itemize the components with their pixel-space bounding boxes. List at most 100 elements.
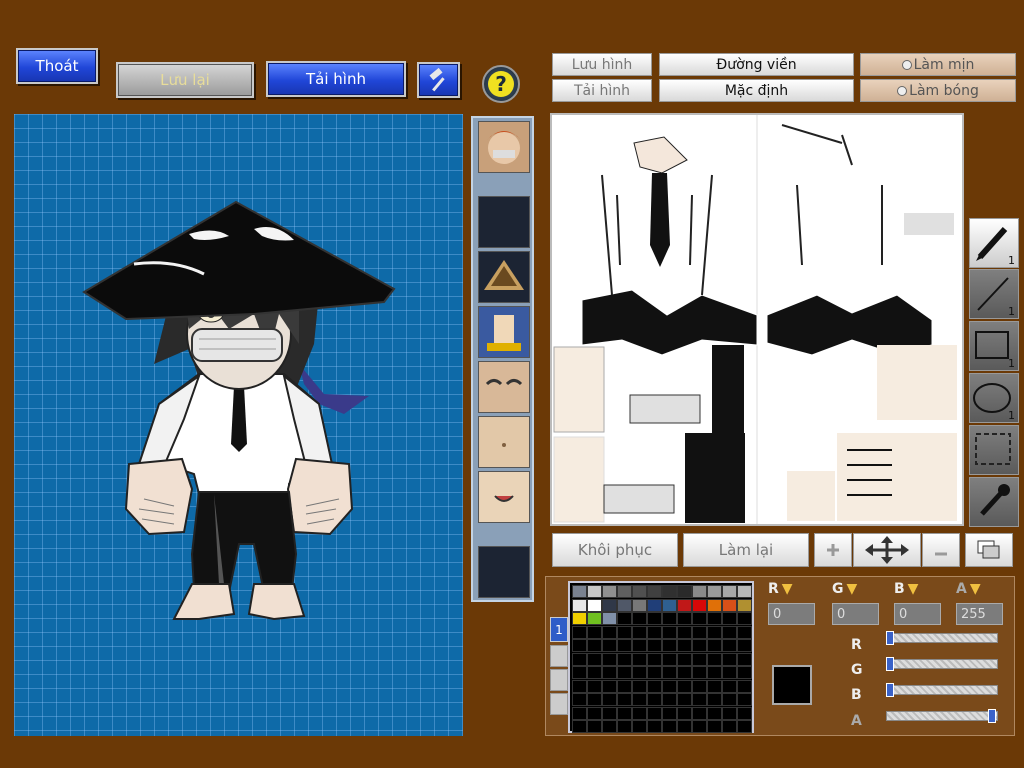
- palette-cell[interactable]: [602, 625, 617, 639]
- palette-cell[interactable]: [632, 585, 647, 598]
- palette-cell[interactable]: [617, 666, 632, 679]
- palette-cell[interactable]: [707, 625, 722, 639]
- palette-cell[interactable]: [602, 666, 617, 679]
- palette-cell[interactable]: [647, 720, 662, 733]
- palette-cell[interactable]: [722, 693, 737, 706]
- palette-cell[interactable]: [587, 693, 602, 706]
- palette-cell[interactable]: [602, 612, 617, 625]
- palette-cell[interactable]: [707, 612, 722, 625]
- palette-cell[interactable]: [602, 639, 617, 652]
- palette-cell[interactable]: [647, 612, 662, 625]
- g-slider-handle[interactable]: [886, 657, 894, 671]
- palette-cell[interactable]: [677, 693, 692, 706]
- palette-cell[interactable]: [572, 720, 587, 733]
- palette-cell[interactable]: [587, 598, 602, 612]
- palette-cell[interactable]: [587, 585, 602, 598]
- thumb-face-preview[interactable]: [478, 121, 530, 173]
- palette-cell[interactable]: [587, 625, 602, 639]
- palette-cell[interactable]: [707, 666, 722, 679]
- palette-cell[interactable]: [722, 612, 737, 625]
- help-button[interactable]: ?: [482, 65, 520, 103]
- palette-cell[interactable]: [647, 639, 662, 652]
- palette-cell[interactable]: [602, 679, 617, 693]
- palette-cell[interactable]: [677, 706, 692, 720]
- palette-cell[interactable]: [737, 625, 752, 639]
- palette-cell[interactable]: [692, 693, 707, 706]
- palette-cell[interactable]: [737, 679, 752, 693]
- palette-cell[interactable]: [692, 612, 707, 625]
- palette-cell[interactable]: [737, 585, 752, 598]
- palette-cell[interactable]: [662, 666, 677, 679]
- palette-cell[interactable]: [617, 679, 632, 693]
- palette-cell[interactable]: [707, 679, 722, 693]
- b-slider[interactable]: [886, 685, 998, 695]
- palette-cell[interactable]: [722, 639, 737, 652]
- palette-cell[interactable]: [662, 625, 677, 639]
- palette-cell[interactable]: [632, 598, 647, 612]
- palette-cell[interactable]: [632, 666, 647, 679]
- palette-cell[interactable]: [602, 720, 617, 733]
- palette-cell[interactable]: [647, 706, 662, 720]
- palette-cell[interactable]: [647, 585, 662, 598]
- palette-cell[interactable]: [707, 706, 722, 720]
- palette-cell[interactable]: [572, 612, 587, 625]
- palette-cell[interactable]: [707, 598, 722, 612]
- eyedropper-tool[interactable]: [969, 477, 1019, 527]
- palette-cell[interactable]: [677, 585, 692, 598]
- thumb-eyes[interactable]: [478, 361, 530, 413]
- palette-cell[interactable]: [602, 706, 617, 720]
- palette-cell[interactable]: [647, 666, 662, 679]
- palette-cell[interactable]: [662, 598, 677, 612]
- palette-cell[interactable]: [692, 706, 707, 720]
- tab-smooth[interactable]: Làm mịn: [860, 53, 1016, 76]
- palette-cell[interactable]: [617, 625, 632, 639]
- thumb-skin[interactable]: [478, 416, 530, 468]
- palette-cell[interactable]: [617, 652, 632, 666]
- palette-cell[interactable]: [722, 666, 737, 679]
- palette-cell[interactable]: [722, 598, 737, 612]
- palette-cell[interactable]: [722, 720, 737, 733]
- palette-cell[interactable]: [737, 639, 752, 652]
- redo-button[interactable]: Làm lại: [683, 533, 809, 567]
- palette-cell[interactable]: [602, 693, 617, 706]
- palette-cell[interactable]: [662, 585, 677, 598]
- palette-cell[interactable]: [572, 693, 587, 706]
- palette-cell[interactable]: [617, 612, 632, 625]
- palette-cell[interactable]: [662, 706, 677, 720]
- palette-cell[interactable]: [572, 706, 587, 720]
- palette-cell[interactable]: [572, 639, 587, 652]
- palette-cell[interactable]: [692, 585, 707, 598]
- thumb-hat[interactable]: [478, 251, 530, 303]
- tab-shade[interactable]: Làm bóng: [860, 79, 1016, 102]
- r-slider[interactable]: [886, 633, 998, 643]
- select-tool[interactable]: [969, 425, 1019, 475]
- palette-cell[interactable]: [572, 652, 587, 666]
- palette-cell[interactable]: [617, 585, 632, 598]
- palette-cell[interactable]: [737, 706, 752, 720]
- palette-cell[interactable]: [587, 720, 602, 733]
- palette-cell[interactable]: [647, 693, 662, 706]
- palette-tab-1[interactable]: 1: [550, 617, 568, 642]
- palette-cell[interactable]: [602, 585, 617, 598]
- zoom-out-button[interactable]: [922, 533, 960, 567]
- pen-tool[interactable]: 1: [969, 218, 1019, 268]
- tab-default[interactable]: Mặc định: [659, 79, 854, 102]
- tab-load-image[interactable]: Tải hình: [552, 79, 652, 102]
- palette-cell[interactable]: [587, 666, 602, 679]
- palette-cell[interactable]: [632, 693, 647, 706]
- palette-cell[interactable]: [707, 639, 722, 652]
- palette-cell[interactable]: [632, 625, 647, 639]
- g-value-field[interactable]: 0: [832, 603, 879, 625]
- palette-cell[interactable]: [632, 706, 647, 720]
- palette-cell[interactable]: [662, 720, 677, 733]
- hammer-button[interactable]: [417, 62, 460, 98]
- palette-cell[interactable]: [722, 679, 737, 693]
- palette-cell[interactable]: [677, 598, 692, 612]
- rectangle-tool[interactable]: 1: [969, 321, 1019, 371]
- palette-cell[interactable]: [692, 652, 707, 666]
- palette-cell[interactable]: [632, 612, 647, 625]
- palette-grid[interactable]: [568, 581, 754, 733]
- palette-cell[interactable]: [737, 666, 752, 679]
- line-tool[interactable]: 1: [969, 269, 1019, 319]
- tab-outline[interactable]: Đường viền: [659, 53, 854, 76]
